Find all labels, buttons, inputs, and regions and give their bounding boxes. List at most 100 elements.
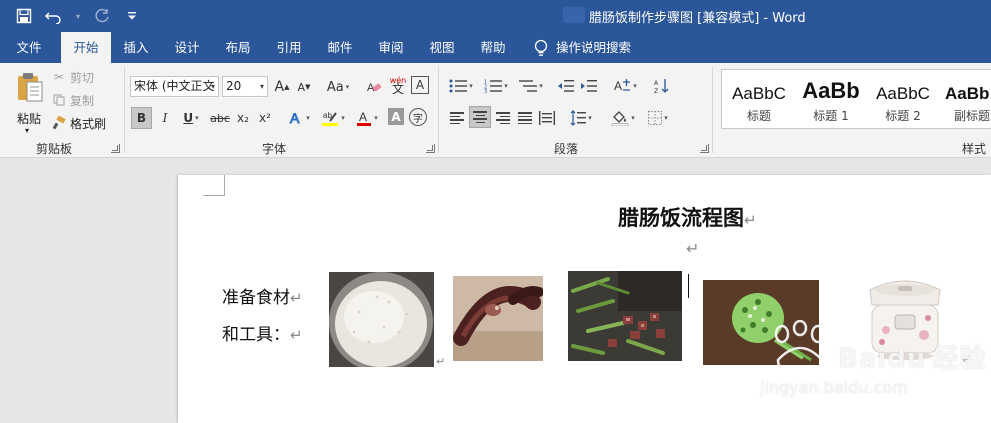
subscript-button[interactable]: x₂ — [233, 107, 253, 129]
sort-icon[interactable]: AZ — [652, 75, 672, 97]
character-border-button[interactable]: A — [411, 76, 429, 94]
tell-me-search[interactable]: 操作说明搜索 — [556, 32, 636, 63]
svg-text:3: 3 — [484, 89, 487, 93]
tab-references[interactable]: 引用 — [265, 32, 313, 63]
prep-text-line-1[interactable]: 准备食材↵ — [222, 283, 303, 308]
align-right-icon[interactable] — [493, 107, 513, 129]
chevron-down-icon[interactable]: ▾ — [211, 77, 215, 96]
clipboard-group-label: 剪贴板 — [36, 142, 73, 156]
font-size-combo[interactable]: 20 ▾ — [222, 76, 268, 97]
strikethrough-button[interactable]: abc — [209, 107, 231, 129]
rice-image — [329, 272, 434, 367]
redo-icon[interactable] — [92, 6, 112, 26]
clear-formatting-icon[interactable]: A — [364, 76, 384, 98]
baidu-paw-icon — [774, 320, 826, 374]
tab-insert[interactable]: 插入 — [112, 32, 160, 63]
style-subtitle[interactable]: AaBb 副标题 — [939, 70, 991, 128]
font-launcher-icon[interactable] — [426, 144, 435, 153]
watermark-url: jingyan.baidu.com — [760, 378, 908, 397]
tab-help[interactable]: 帮助 — [469, 32, 517, 63]
group-divider — [712, 67, 713, 153]
paste-button[interactable]: 粘贴 ▾ — [10, 70, 48, 135]
group-divider — [124, 67, 125, 153]
shading-button[interactable]: ▾ — [607, 107, 639, 129]
customize-qat-icon[interactable] — [122, 6, 142, 26]
save-icon[interactable] — [14, 6, 34, 26]
ingredients-image — [568, 271, 682, 361]
tab-view[interactable]: 视图 — [418, 32, 466, 63]
quick-access-toolbar: ▾ — [14, 6, 142, 26]
chinese-layout-icon: A — [614, 79, 631, 93]
paragraph-mark: ↵ — [436, 355, 446, 368]
prep-text-line-2[interactable]: 和工具：↵ — [222, 320, 303, 345]
paragraph-mark: ↵ — [686, 239, 700, 258]
shrink-font-button[interactable]: A ▼ — [294, 76, 314, 98]
margin-corner-mark — [203, 175, 225, 196]
italic-button[interactable]: I — [155, 107, 175, 129]
style-heading-2[interactable]: AaBbC 标题 2 — [867, 70, 939, 128]
borders-button[interactable]: ▾ — [643, 107, 673, 129]
highlight-color-button[interactable]: ab ▾ — [318, 107, 348, 129]
ribbon-home: 粘贴 ▾ ✂ 剪切 复制 格式刷 剪贴板 宋体 (中文正文 ▾ 20 ▾ A ▲ A ▼ … — [0, 63, 991, 158]
line-spacing-button[interactable]: ▾ — [566, 107, 596, 129]
clipboard-icon — [18, 73, 43, 102]
paragraph-mark: ↵ — [744, 211, 757, 229]
increase-indent-icon[interactable] — [579, 75, 599, 97]
superscript-button[interactable]: x² — [255, 107, 275, 129]
undo-dropdown-icon[interactable]: ▾ — [74, 6, 82, 26]
bold-button[interactable]: B — [131, 107, 152, 129]
cut-button[interactable]: ✂ 剪切 — [52, 68, 94, 86]
change-case-button[interactable]: Aa ▾ — [322, 76, 354, 98]
style-title[interactable]: AaBbC 标题 — [723, 70, 795, 128]
style-heading-1[interactable]: AaBb 标题 1 — [795, 70, 867, 128]
chevron-down-icon[interactable]: ▾ — [260, 77, 264, 96]
tab-layout[interactable]: 布局 — [214, 32, 262, 63]
styles-group-label: 样式 — [962, 142, 987, 156]
bullets-button[interactable]: ▾ — [446, 75, 476, 97]
photo-sausage[interactable] — [453, 276, 543, 361]
text-cursor — [688, 274, 689, 298]
styles-gallery: AaBbC 标题 AaBb 标题 1 AaBbC 标题 2 AaBb 副标题 — [721, 69, 991, 129]
justify-icon[interactable] — [515, 107, 535, 129]
copy-button[interactable]: 复制 — [52, 91, 94, 109]
tab-mailings[interactable]: 邮件 — [316, 32, 364, 63]
enclose-characters-button[interactable]: 字 — [409, 108, 427, 126]
phonetic-guide-button[interactable]: wén 文 — [387, 74, 409, 96]
paste-dropdown-icon[interactable]: ▾ — [25, 126, 29, 135]
title-bar: ▾ 腊肠饭制作步骤图 [兼容模式] - Word — [0, 0, 991, 32]
decrease-indent-icon[interactable] — [556, 75, 576, 97]
font-color-button[interactable]: A ▾ — [352, 107, 382, 129]
svg-text:Z: Z — [654, 88, 658, 94]
align-center-icon[interactable] — [469, 106, 491, 128]
tab-file[interactable]: 文件 — [4, 32, 54, 63]
svg-text:A: A — [654, 80, 659, 87]
numbering-button[interactable]: 1 2 3 ▾ — [481, 75, 511, 97]
font-name-combo[interactable]: 宋体 (中文正文 ▾ — [130, 76, 219, 97]
align-left-icon[interactable] — [447, 107, 467, 129]
multilevel-list-button[interactable]: ▾ — [516, 75, 546, 97]
text-effects-icon: A — [290, 110, 301, 126]
lightbulb-icon — [534, 39, 548, 56]
svg-text:A: A — [359, 110, 367, 124]
document-title[interactable]: 腊肠饭流程图↵ — [618, 202, 757, 232]
format-painter-button[interactable]: 格式刷 — [52, 114, 106, 132]
undo-icon[interactable] — [44, 6, 64, 26]
tab-home[interactable]: 开始 — [61, 32, 111, 63]
copy-icon — [52, 93, 66, 107]
window-title: 腊肠饭制作步骤图 [兼容模式] - Word — [589, 11, 806, 26]
character-shading-button[interactable]: A — [388, 108, 404, 125]
underline-button[interactable]: U ▾ — [177, 107, 205, 129]
distributed-icon[interactable] — [537, 107, 557, 129]
paragraph-launcher-icon[interactable] — [700, 144, 709, 153]
tab-review[interactable]: 审阅 — [367, 32, 415, 63]
line-spacing-icon — [570, 110, 587, 126]
chinese-layout-button[interactable]: A ▾ — [610, 75, 640, 97]
photo-ingredients[interactable] — [568, 271, 682, 361]
photo-rice[interactable] — [329, 272, 434, 367]
clipboard-launcher-icon[interactable] — [111, 144, 120, 153]
text-effects-button[interactable]: A ▾ — [285, 107, 313, 129]
paragraph-mark: ↵ — [290, 326, 303, 344]
tab-design[interactable]: 设计 — [163, 32, 211, 63]
grow-font-button[interactable]: A ▲ — [272, 76, 292, 98]
font-group-label: 字体 — [262, 142, 287, 156]
